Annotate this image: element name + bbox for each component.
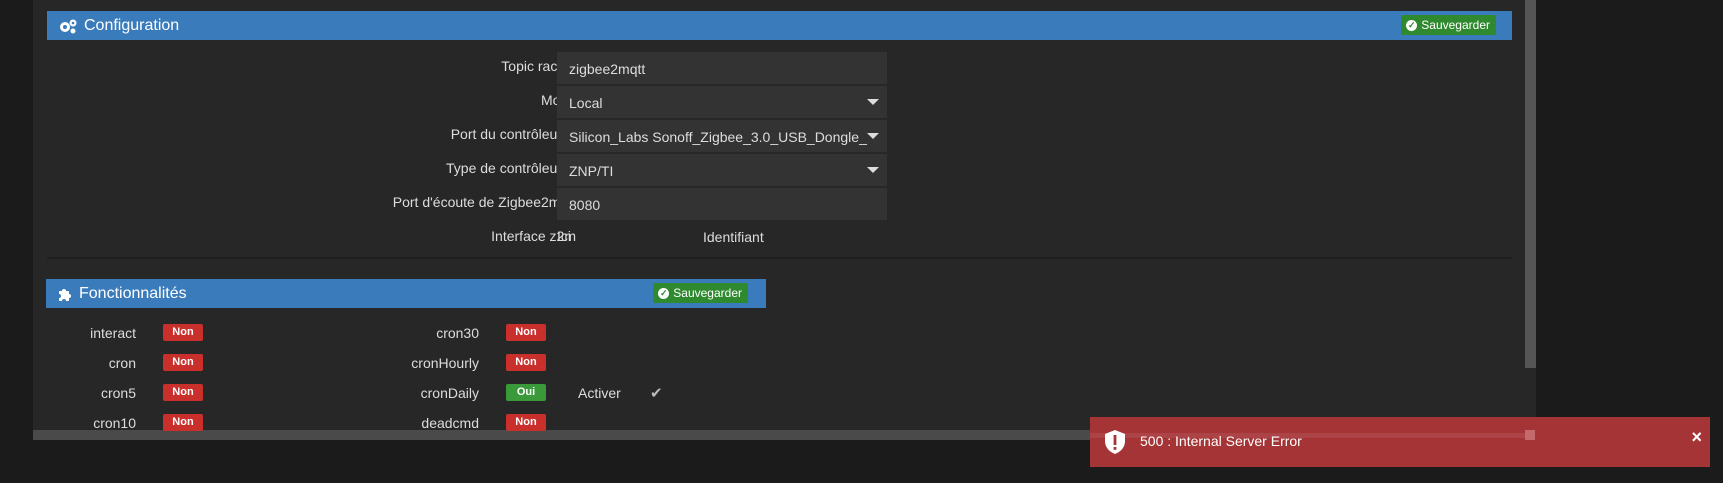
status-badge-cron30: Non [506, 324, 546, 341]
interface-link-identifiant[interactable]: Identifiant [703, 229, 764, 245]
features-title-text: Fonctionnalités [79, 284, 187, 302]
config-title: Configuration [58, 17, 179, 35]
mode-select[interactable]: Local [557, 86, 887, 118]
puzzle-icon [59, 288, 71, 301]
label-topic-racine: Topic racine [501, 58, 576, 74]
interface-link-ici[interactable]: Ici [557, 228, 571, 244]
activate-checkbox[interactable]: ✔ [650, 384, 663, 402]
cogs-icon [60, 19, 77, 33]
vertical-scrollbar[interactable] [1525, 0, 1536, 368]
status-badge-cronhourly: Non [506, 354, 546, 371]
topic-racine-input[interactable]: zigbee2mqtt [557, 52, 887, 84]
feature-label-cron10: cron10 [93, 415, 136, 431]
features-save-label: Sauvegarder [673, 286, 742, 300]
features-panel-header: Fonctionnalités ✓ Sauvegarder [46, 279, 766, 308]
feature-label-crondaily: cronDaily [420, 385, 479, 401]
feature-label-cron30: cron30 [436, 325, 479, 341]
feature-label-cron: cron [108, 355, 136, 371]
chevron-down-icon [867, 133, 879, 139]
feature-label-interact: interact [90, 325, 136, 341]
feature-label-cronhourly: cronHourly [411, 355, 479, 371]
status-badge-cron10: Non [163, 414, 203, 431]
label-port-controleur: Port du contrôleur? [276, 126, 576, 142]
label-port-ecoute: Port d'écoute de Zigbee2mqtt [392, 194, 576, 210]
features-save-button[interactable]: ✓ Sauvegarder [653, 283, 748, 303]
status-badge-deadcmd: Non [506, 414, 546, 431]
check-circle-icon: ✓ [1406, 19, 1418, 31]
port-controleur-select[interactable]: Silicon_Labs Sonoff_Zigbee_3.0_USB_Dongl… [557, 120, 887, 152]
status-badge-cron5: Non [163, 384, 203, 401]
features-title: Fonctionnalités [57, 285, 187, 303]
port-ecoute-input[interactable]: 8080 [557, 188, 887, 220]
feature-label-cron5: cron5 [100, 385, 136, 401]
config-panel-header: Configuration ✓ Sauvegarder [47, 11, 1512, 40]
config-save-button[interactable]: ✓ Sauvegarder [1401, 15, 1496, 35]
config-title-text: Configuration [84, 16, 180, 34]
feature-label-deadcmd: deadcmd [421, 415, 479, 431]
close-icon[interactable]: × [1691, 427, 1702, 448]
check-circle-icon: ✓ [658, 287, 670, 299]
status-badge-crondaily: Oui [506, 384, 546, 401]
activate-label: Activer [578, 385, 621, 401]
toast-progress-marker [1525, 430, 1535, 440]
chevron-down-icon [867, 167, 879, 173]
type-controleur-select[interactable]: ZNP/TI [557, 154, 887, 186]
config-save-label: Sauvegarder [1421, 18, 1490, 32]
config-form: Topic racine zigbee2mqtt Mode Local Port… [47, 40, 1512, 259]
status-badge-interact: Non [163, 324, 203, 341]
error-toast: 500 : Internal Server Error × [1090, 417, 1710, 467]
status-badge-cron: Non [163, 354, 203, 371]
toast-message: 500 : Internal Server Error [1140, 433, 1302, 449]
chevron-down-icon [867, 99, 879, 105]
label-interface-z2m: Interface z2m [491, 228, 576, 244]
label-type-controleur: Type de contrôleur? [276, 160, 576, 176]
shield-alert-icon [1105, 430, 1125, 454]
label-mode: Mode [276, 92, 576, 108]
